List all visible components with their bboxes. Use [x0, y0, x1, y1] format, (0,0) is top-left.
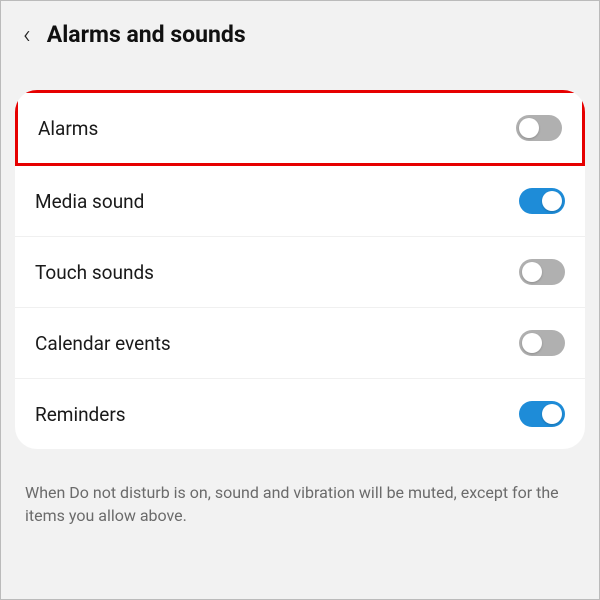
setting-label: Reminders — [35, 403, 126, 426]
footer-note: When Do not disturb is on, sound and vib… — [1, 463, 599, 545]
setting-row-alarms[interactable]: Alarms — [15, 90, 585, 166]
setting-row-calendar-events[interactable]: Calendar events — [15, 308, 585, 379]
toggle-thumb — [522, 333, 542, 353]
toggle-alarms[interactable] — [516, 115, 562, 141]
toggle-thumb — [542, 404, 562, 424]
toggle-thumb — [542, 191, 562, 211]
toggle-thumb — [519, 118, 539, 138]
setting-label: Calendar events — [35, 332, 171, 355]
setting-label: Alarms — [38, 117, 98, 140]
toggle-reminders[interactable] — [519, 401, 565, 427]
header: ‹ Alarms and sounds — [1, 1, 599, 66]
page-title: Alarms and sounds — [47, 21, 246, 48]
setting-row-touch-sounds[interactable]: Touch sounds — [15, 237, 585, 308]
settings-card: Alarms Media sound Touch sounds Calendar… — [15, 90, 585, 449]
setting-row-media-sound[interactable]: Media sound — [15, 166, 585, 237]
back-icon[interactable]: ‹ — [23, 22, 31, 48]
toggle-calendar-events[interactable] — [519, 330, 565, 356]
toggle-media-sound[interactable] — [519, 188, 565, 214]
setting-label: Touch sounds — [35, 261, 154, 284]
setting-label: Media sound — [35, 190, 144, 213]
toggle-touch-sounds[interactable] — [519, 259, 565, 285]
settings-screen: ‹ Alarms and sounds Alarms Media sound T… — [1, 1, 599, 599]
toggle-thumb — [522, 262, 542, 282]
setting-row-reminders[interactable]: Reminders — [15, 379, 585, 449]
